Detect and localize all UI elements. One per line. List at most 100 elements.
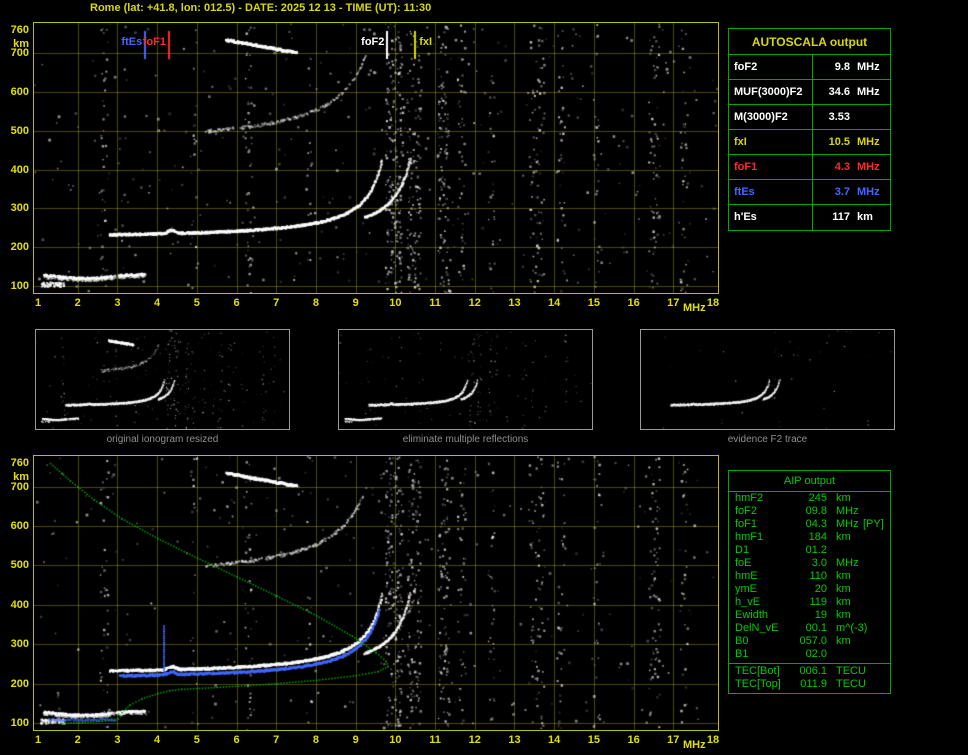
aip-param-label: hmF2 [735, 492, 764, 504]
y-tick-label: 500 [10, 124, 29, 137]
x-tick-label: 6 [233, 297, 240, 309]
aip-param-label: hmF1 [735, 531, 764, 543]
aip-param-label: h_vE [735, 596, 761, 608]
aip-row-hme: hmE 110 km [729, 570, 890, 583]
x-tick-label: 15 [587, 734, 600, 746]
aip-param-unit: km [836, 570, 851, 582]
aip-param-value: 02.0 [805, 648, 827, 660]
aip-param-label: TEC[Bot] [735, 665, 780, 677]
x-tick-label: 9 [352, 297, 359, 309]
aip-param-value: 184 [808, 531, 827, 543]
aip-row-b0: B0 057.0 km [729, 635, 890, 648]
ionogram-canvas-bottom [34, 456, 718, 730]
aip-row-b1: B1 02.0 [729, 648, 890, 661]
x-tick-label: 8 [312, 734, 319, 746]
aip-param-unit [827, 648, 861, 661]
autoscala-param-label: MUF(3000)F2 [729, 80, 813, 104]
x-tick-label: 6 [233, 734, 240, 746]
aip-param-label: B0 [735, 635, 749, 647]
x-tick-label: 12 [468, 734, 481, 746]
x-tick-label: 4 [154, 734, 161, 746]
x-tick-label: 10 [389, 297, 402, 309]
aip-param-unit: km [836, 635, 851, 647]
aip-row-ewidth: Ewidth 19 km [729, 609, 890, 622]
aip-param-extra [867, 622, 890, 635]
autoscala-param-value: 4.3 MHz [813, 155, 890, 179]
x-tick-label: 1 [34, 297, 42, 309]
autoscala-value-unit [857, 105, 883, 129]
y-tick-label: 760 [10, 457, 29, 469]
y-axis-unit: km [13, 38, 29, 50]
x-tick-label: 1 [34, 734, 42, 746]
aip-param-value: 119 [809, 596, 827, 608]
autoscala-param-label: foF1 [729, 155, 813, 179]
ionogram-plot-bottom [33, 455, 719, 731]
aip-param-label: foF1 [735, 518, 758, 530]
aip-param-extra [861, 648, 890, 661]
x-tick-label: 13 [508, 297, 521, 309]
aip-param-value: 19 [814, 609, 827, 621]
autoscala-row-hes: h'Es 117 km [729, 205, 890, 230]
x-tick-label: 2 [74, 734, 81, 746]
aip-row-hve: h_vE 119 km [729, 596, 890, 609]
aip-row-hmf1: hmF1 184 km [729, 531, 890, 544]
y-tick-label: 300 [10, 202, 29, 215]
aip-param-unit: MHz [836, 557, 859, 569]
y-tick-label: 200 [10, 241, 29, 254]
autoscala-param-label: h'Es [729, 205, 813, 230]
y-tick-label: 300 [10, 638, 29, 651]
aip-param-unit: m^(-3) [836, 622, 868, 634]
autoscala-value-number: 10.5 [828, 136, 850, 148]
aip-param-extra [866, 665, 890, 678]
aip-param-value: 04.3 [805, 518, 827, 530]
autoscala-param-value: 10.5 MHz [813, 130, 890, 154]
marker-label-foF2: foF2 [361, 36, 385, 48]
aip-param-label: DelN_vE [735, 622, 779, 634]
x-tick-label: 3 [114, 734, 121, 746]
aip-param-label: foE [735, 557, 752, 569]
autoscala-value-unit: MHz [857, 61, 880, 73]
aip-param-unit: km [836, 609, 851, 621]
aip-param-unit: MHz [836, 518, 859, 530]
aip-param-extra [861, 544, 890, 557]
aip-param-extra [861, 557, 890, 570]
autoscala-value-unit: km [857, 211, 873, 223]
x-tick-label: 11 [429, 297, 441, 309]
aip-param-extra [861, 570, 890, 583]
aip-param-unit: MHz [836, 505, 859, 517]
aip-param-unit [827, 544, 861, 557]
autoscala-row-fxi: fxI 10.5 MHz [729, 130, 890, 155]
autoscala-value-number: 9.8 [834, 61, 850, 73]
autoscala-param-label: M(3000)F2 [729, 105, 813, 129]
aip-param-label: hmE [735, 570, 758, 582]
aip-param-extra [861, 531, 890, 544]
y-tick-label: 760 [10, 24, 29, 36]
ionogram-canvas-top [34, 23, 718, 293]
aip-param-extra [861, 609, 890, 622]
y-tick-label: 600 [10, 520, 29, 533]
x-tick-label: 7 [273, 734, 280, 746]
aip-param-extra: [PY] [863, 518, 884, 530]
autoscala-value-unit: MHz [857, 186, 880, 198]
aip-param-value: 3.0 [811, 557, 827, 569]
aip-param-value: 006.1 [799, 665, 827, 677]
thumbnail-caption-no-multiples: eliminate multiple reflections [402, 434, 529, 445]
aip-param-unit: km [836, 596, 851, 608]
aip-table-header: AIP output [729, 471, 890, 492]
x-tick-label: 8 [312, 297, 319, 309]
aip-param-value: 01.2 [805, 544, 827, 556]
aip-param-unit: km [836, 492, 851, 504]
x-axis-unit: MHz [683, 739, 706, 751]
aip-param-extra [861, 583, 890, 596]
aip-row-fof1: foF1 04.3 MHz [PY] [729, 518, 890, 531]
thumbnail-no-multiples [338, 329, 593, 430]
aip-param-unit: km [836, 531, 851, 543]
autoscala-param-value: 3.7 MHz [813, 180, 890, 204]
x-axis-unit: MHz [683, 302, 706, 314]
thumbnail-original-ionogram [35, 329, 290, 430]
aip-param-value: 057.0 [799, 635, 827, 647]
aip-param-label: TEC[Top] [735, 678, 781, 690]
autoscala-param-label: foF2 [729, 55, 813, 79]
y-tick-label: 200 [10, 677, 29, 690]
autoscala-screen: Rome (lat: +41.8, lon: 012.5) - DATE: 20… [0, 0, 968, 755]
